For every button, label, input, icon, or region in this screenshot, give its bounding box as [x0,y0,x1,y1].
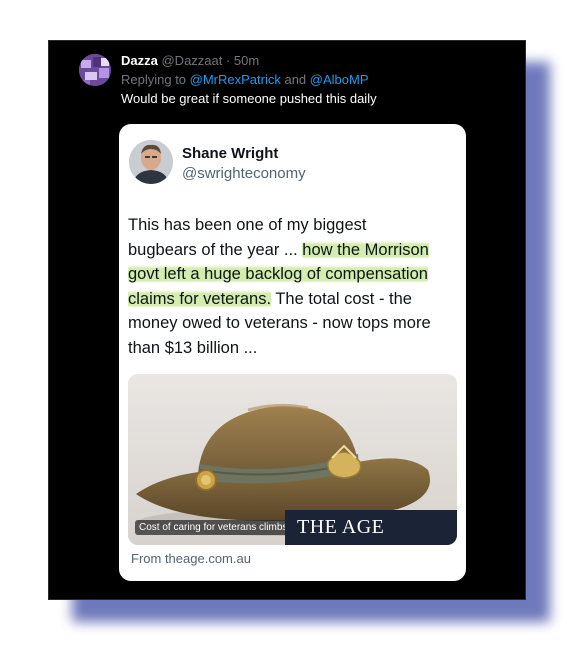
reply-text: Would be great if someone pushed this da… [121,91,377,106]
body-line-4-rest: The total cost - the [271,289,412,308]
reply-author-avatar[interactable] [79,54,111,86]
body-line-2-highlight: how the Morrison [302,240,429,259]
quoted-author-name[interactable]: Shane Wright [182,145,278,162]
quoted-author-handle[interactable]: @swrighteconomy [182,165,306,182]
link-card-image[interactable]: Cost of caring for veterans climbs to $1… [128,374,457,545]
quoted-author-avatar[interactable] [129,140,173,184]
replying-and: and [280,72,310,87]
body-line-4-highlight: claims for veterans. [128,289,272,308]
reply-author-line: Dazza @Dazzaat · 50m [121,53,259,68]
body-line-2: bugbears of the year ... how the Morriso… [128,238,462,263]
quoted-tweet-card[interactable]: Shane Wright @swrighteconomy This has be… [119,124,466,581]
body-line-6: than $13 billion ... [128,338,258,357]
the-age-logo-text: THE AGE [297,516,385,538]
body-line-3-highlight: govt left a huge backlog of compensation [128,265,428,283]
reply-author-meta: @Dazzaat · 50m [161,53,260,68]
tweet-screenshot-frame: Dazza @Dazzaat · 50m Replying to @MrRexP… [48,40,526,600]
body-line-3: govt left a huge backlog of compensation [128,262,462,287]
body-line-5: money owed to veterans - now tops more [128,314,431,332]
body-line-1: This has been one of my biggest [128,216,367,234]
link-card-source[interactable]: From theage.com.au [131,551,251,566]
body-line-4: claims for veterans. The total cost - th… [128,287,462,312]
replying-prefix: Replying to [121,72,190,87]
mention-link-2[interactable]: @AlboMP [310,72,369,87]
mention-link-1[interactable]: @MrRexPatrick [190,72,281,87]
quoted-tweet-text: This has been one of my biggest bugbears… [128,213,462,360]
body-line-2-plain: bugbears of the year ... [128,240,303,259]
reply-author-name[interactable]: Dazza [121,53,158,68]
the-age-watermark: THE AGE [285,510,457,545]
replying-to-line: Replying to @MrRexPatrick and @AlboMP [121,72,369,87]
